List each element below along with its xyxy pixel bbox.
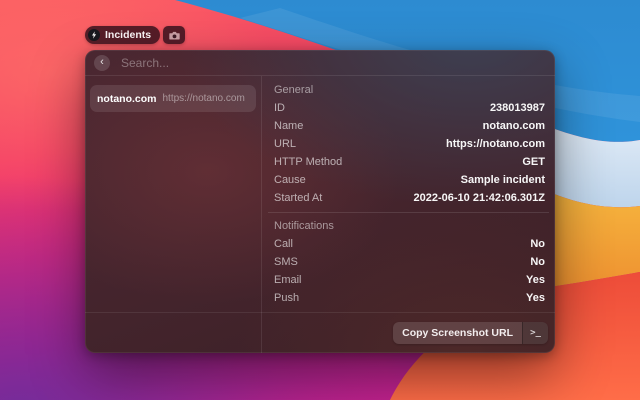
detail-row-email: Email Yes: [262, 271, 555, 289]
detail-row-call: Call No: [262, 235, 555, 253]
back-button[interactable]: ‹: [94, 55, 110, 71]
terminal-prompt-icon: >_: [522, 322, 548, 344]
search-input[interactable]: [119, 55, 555, 71]
detail-row-http-method: HTTP Method GET: [262, 153, 555, 171]
section-title-notifications: Notifications: [262, 218, 555, 235]
camera-icon: [169, 31, 180, 40]
list-item-url: https://notano.com: [163, 93, 245, 104]
bolt-icon: [88, 29, 100, 41]
copy-button-label: Copy Screenshot URL: [393, 322, 522, 344]
list-item-name: notano.com: [97, 93, 157, 105]
detail-row-sms: SMS No: [262, 253, 555, 271]
copy-screenshot-url-button[interactable]: Copy Screenshot URL >_: [393, 322, 548, 344]
action-bar: Copy Screenshot URL >_: [85, 312, 555, 353]
detail-row-cause: Cause Sample incident: [262, 171, 555, 189]
floating-toolbar: Incidents: [85, 26, 185, 44]
pill-label: Incidents: [105, 26, 151, 44]
detail-row-push: Push Yes: [262, 289, 555, 307]
app-window: ‹ notano.com https://notano.com General …: [85, 50, 555, 353]
list-item-notano[interactable]: notano.com https://notano.com: [90, 85, 256, 112]
detail-row-url: URL https://notano.com: [262, 135, 555, 153]
incidents-pill[interactable]: Incidents: [85, 26, 160, 44]
search-header: ‹: [85, 50, 555, 76]
section-divider: [268, 212, 549, 213]
detail-row-started-at: Started At 2022-06-10 21:42:06.301Z: [262, 189, 555, 207]
section-title-general: General: [262, 82, 555, 99]
desktop: Incidents ‹ notano.com https://notano.co…: [0, 0, 640, 400]
detail-row-id: ID 238013987: [262, 99, 555, 117]
detail-row-name: Name notano.com: [262, 117, 555, 135]
chevron-left-icon: ‹: [100, 55, 104, 70]
screenshot-camera-button[interactable]: [163, 26, 185, 44]
